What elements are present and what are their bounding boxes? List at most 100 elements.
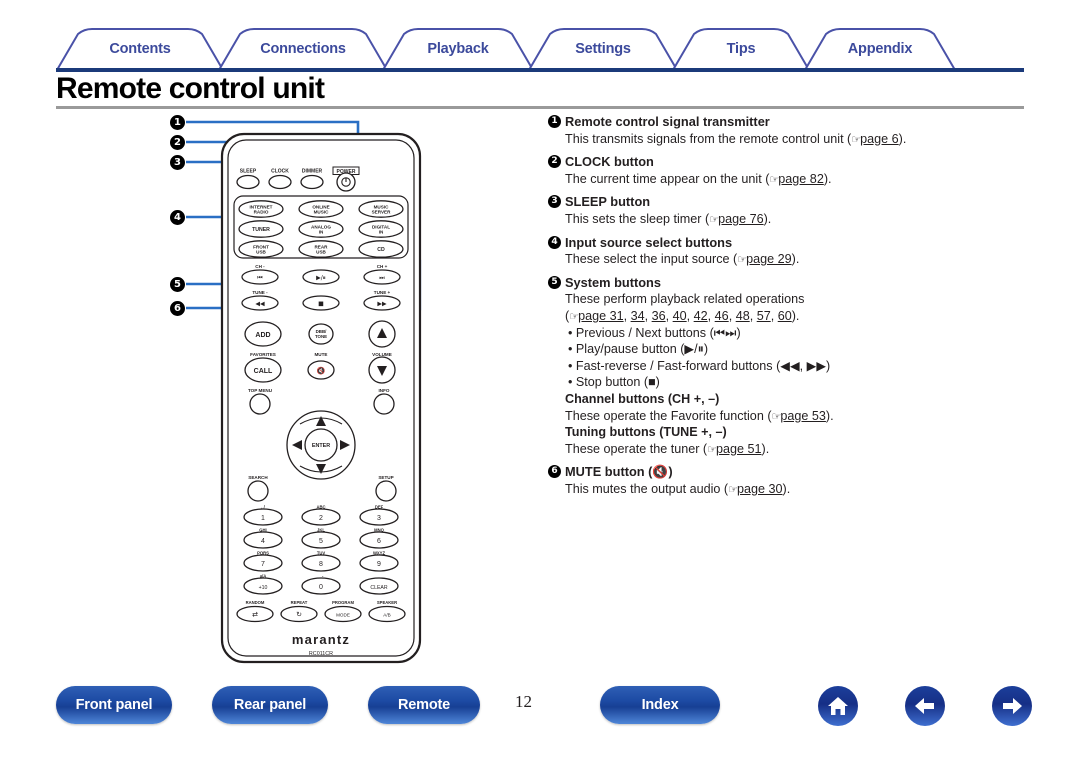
page-link[interactable]: page 51 bbox=[716, 442, 762, 456]
page-reference-icon: ☞ bbox=[771, 409, 782, 423]
keypad-label-8: 8 bbox=[319, 561, 323, 568]
favorites-label: FAVORITES bbox=[250, 352, 276, 357]
tab-appendix-label: Appendix bbox=[847, 41, 913, 57]
page-link[interactable]: page 30 bbox=[737, 482, 783, 496]
description-line: These select the input source (☞page 29)… bbox=[565, 252, 1018, 268]
footer-front-panel-label: Front panel bbox=[75, 697, 153, 713]
home-icon[interactable] bbox=[818, 686, 858, 726]
tab-contents[interactable]: Contents bbox=[56, 28, 224, 70]
tune-minus-label: TUNE - bbox=[252, 290, 268, 295]
description-item-1: 1 Remote control signal transmitter This t… bbox=[548, 114, 1018, 147]
description-heading-4: 4 Input source select buttons bbox=[548, 235, 1018, 251]
page-link[interactable]: page 31 bbox=[578, 309, 624, 323]
keypad-label-CLEAR: CLEAR bbox=[370, 585, 388, 591]
keypad-label-7: 7 bbox=[261, 561, 265, 568]
clock-button[interactable] bbox=[268, 174, 292, 190]
keypad-label-9: 9 bbox=[377, 561, 381, 568]
top-menu-button[interactable] bbox=[249, 393, 271, 415]
description-subheading: Channel buttons (CH +, –) bbox=[565, 391, 720, 406]
description-item-3: 3 SLEEP button This sets the sleep timer (… bbox=[548, 194, 1018, 227]
dimmer-button[interactable] bbox=[300, 174, 324, 190]
cd-button-label: CD bbox=[377, 247, 385, 253]
footer-index-button[interactable]: Index bbox=[600, 686, 720, 724]
top-tab-bar: Contents Connections Playback Settings Tips A… bbox=[56, 28, 1024, 70]
page-link[interactable]: page 6 bbox=[860, 132, 899, 146]
tab-appendix[interactable]: Appendix bbox=[804, 28, 956, 70]
info-label: INFO bbox=[379, 388, 390, 393]
description-line: • Previous / Next buttons (⏮⏭) bbox=[568, 325, 741, 340]
description-line: • Play/pause button (▶/⏸) bbox=[568, 342, 709, 357]
line-text-tail: ). bbox=[761, 441, 770, 456]
mute-icon: 🔇 bbox=[317, 366, 326, 375]
analog-in-button-label-2: IN bbox=[319, 230, 324, 235]
page-link[interactable]: page 76 bbox=[718, 212, 764, 226]
keypad-label-0: 0 bbox=[319, 584, 323, 591]
callout-number-badge: 1 bbox=[548, 115, 561, 128]
speaker-ab-button-glyph: A/B bbox=[383, 613, 390, 618]
footer-remote-label: Remote bbox=[398, 697, 450, 713]
description-item-6: 6 MUTE button (🔇) This mutes the output au… bbox=[548, 464, 1018, 497]
sleep-button[interactable] bbox=[236, 174, 260, 190]
search-button[interactable] bbox=[247, 480, 269, 502]
fast-reverse-button-glyph: ◀◀ bbox=[255, 300, 265, 307]
line-text-tail: ). bbox=[763, 211, 772, 226]
line-text-tail: , 34, 36, 40, 42, 46, 48, 57, 60). bbox=[623, 308, 800, 323]
setup-button[interactable] bbox=[375, 480, 397, 502]
keypad-label-3: 3 bbox=[377, 515, 381, 522]
enter-label: ENTER bbox=[312, 443, 330, 449]
tab-contents-label: Contents bbox=[109, 41, 171, 57]
page-link[interactable]: page 82 bbox=[778, 172, 824, 186]
description-heading-text: Remote control signal transmitter bbox=[565, 114, 770, 129]
title-rule bbox=[56, 106, 1024, 109]
page-reference-icon: ☞ bbox=[569, 309, 579, 323]
page-reference-icon: ☞ bbox=[769, 172, 779, 186]
tab-tips[interactable]: Tips bbox=[672, 28, 810, 70]
line-text-tail: ). bbox=[825, 408, 834, 423]
description-item-4: 4 Input source select buttons These select… bbox=[548, 235, 1018, 268]
music-server-button-label-2: SERVER bbox=[372, 210, 391, 215]
tab-tips-label: Tips bbox=[726, 41, 756, 57]
footer-front-panel-button[interactable]: Front panel bbox=[56, 686, 172, 724]
description-heading-1: 1 Remote control signal transmitter bbox=[548, 114, 1018, 130]
repeat-button-glyph: ↻ bbox=[296, 611, 302, 619]
fast-forward-button-glyph: ▶▶ bbox=[377, 300, 387, 307]
ch-plus-label: CH + bbox=[377, 264, 388, 269]
line-text: The current time appear on the unit ( bbox=[565, 171, 770, 186]
brand-logo: marantz bbox=[292, 632, 350, 647]
description-heading-text: MUTE button (🔇) bbox=[565, 464, 673, 480]
footer-remote-button[interactable]: Remote bbox=[368, 686, 480, 724]
page-link[interactable]: page 29 bbox=[746, 252, 792, 266]
back-arrow-icon[interactable] bbox=[905, 686, 945, 726]
page-number: 12 bbox=[515, 692, 532, 711]
description-body-1: This transmits signals from the remote c… bbox=[548, 132, 1018, 148]
tab-connections[interactable]: Connections bbox=[218, 28, 388, 70]
page-link[interactable]: page 53 bbox=[780, 409, 826, 423]
line-text: This sets the sleep timer ( bbox=[565, 211, 710, 226]
info-button[interactable] bbox=[373, 393, 395, 415]
description-body-2: The current time appear on the unit (☞pa… bbox=[548, 172, 1018, 188]
footer-bar: Front panel Rear panel Remote 12 Index bbox=[0, 686, 1080, 746]
page-title: Remote control unit bbox=[56, 72, 325, 105]
line-text-tail: ). bbox=[791, 252, 800, 267]
description-line: These perform playback related operation… bbox=[565, 292, 805, 307]
footer-index-label: Index bbox=[641, 697, 679, 713]
remote-callout-1: 1 bbox=[170, 115, 185, 130]
program-mode-button-glyph: MODE bbox=[336, 613, 350, 618]
footer-rear-panel-button[interactable]: Rear panel bbox=[212, 686, 328, 724]
front-usb-button-label-2: USB bbox=[256, 250, 266, 255]
description-line: (☞page 31, 34, 36, 40, 42, 46, 48, 57, 6… bbox=[565, 309, 1018, 325]
callout-number-badge: 5 bbox=[548, 275, 561, 289]
digital-in-button-label-2: IN bbox=[379, 230, 384, 235]
description-line: This mutes the output audio (☞page 30). bbox=[565, 482, 1018, 498]
keypad-label-1: 1 bbox=[261, 515, 265, 522]
line-text: This mutes the output audio ( bbox=[565, 481, 729, 496]
tab-settings[interactable]: Settings bbox=[528, 28, 678, 70]
stop-button-glyph: ■ bbox=[318, 300, 324, 307]
online-music-button-label-2: MUSIC bbox=[314, 210, 329, 215]
keypad-label-6: 6 bbox=[377, 538, 381, 545]
forward-arrow-icon[interactable] bbox=[992, 686, 1032, 726]
ch-minus-label: CH - bbox=[255, 264, 265, 269]
footer-rear-panel-label: Rear panel bbox=[233, 697, 307, 713]
speaker-ab-button-label: SPEAKER bbox=[377, 600, 397, 605]
tab-playback[interactable]: Playback bbox=[382, 28, 534, 70]
